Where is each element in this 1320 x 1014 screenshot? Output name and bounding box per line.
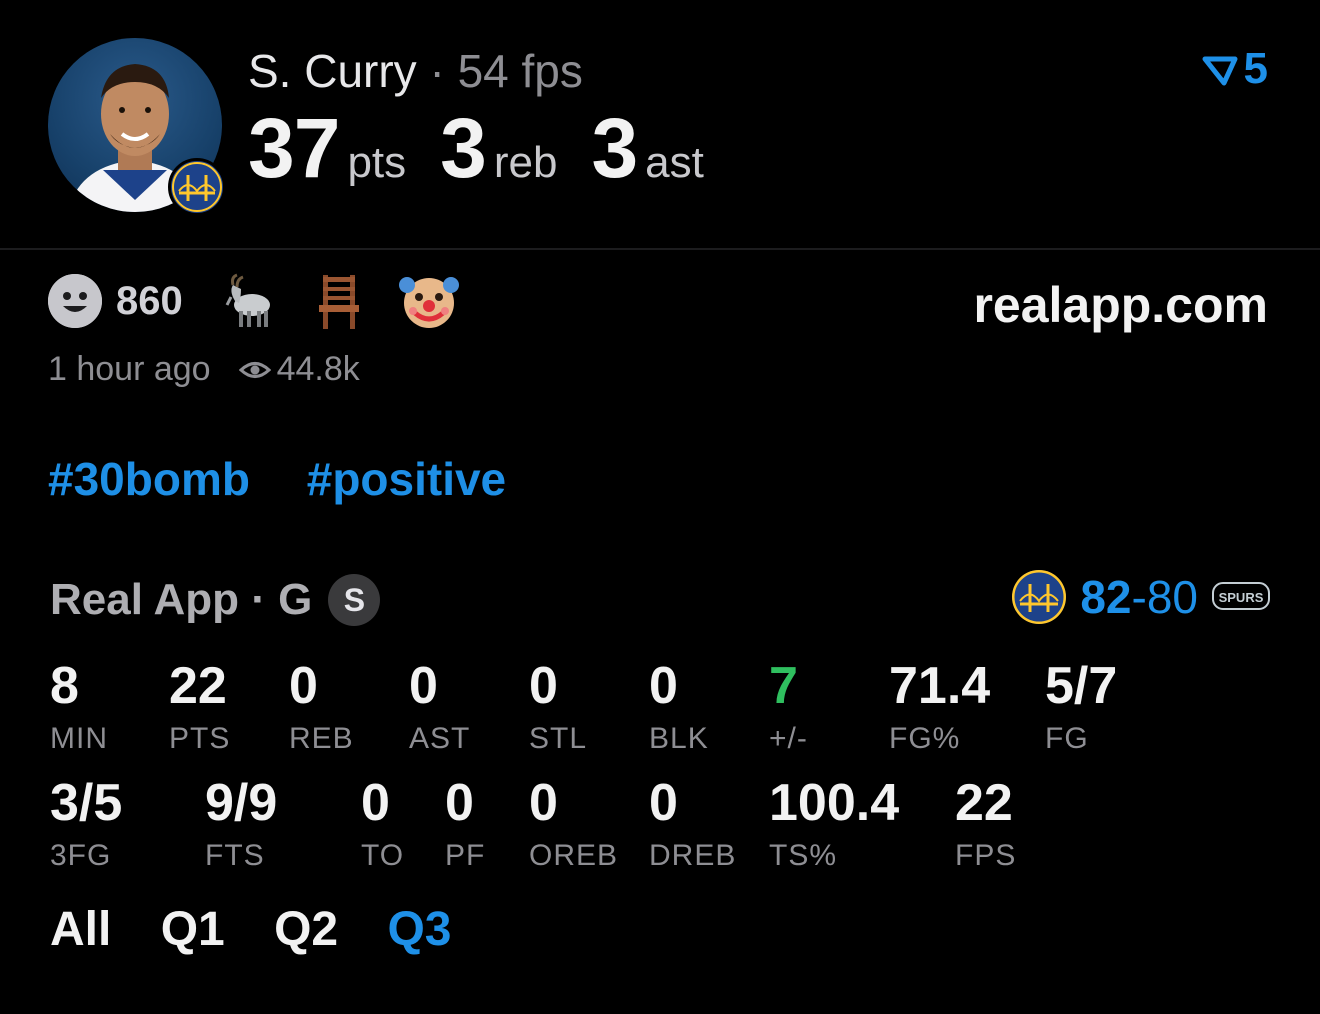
player-name[interactable]: S. Curry [248, 45, 417, 97]
away-score: 80 [1146, 571, 1198, 623]
stat-value: 0 [529, 657, 558, 715]
tab-q2[interactable]: Q2 [274, 903, 338, 956]
hashtags: #30bomb #positive [48, 452, 550, 506]
stat-3fg: 3/5 3FG [50, 777, 122, 873]
stat-label: 3FG [50, 839, 112, 872]
post-meta: 1 hour ago 44.8k [48, 350, 360, 389]
ast-value: 3 [591, 101, 638, 195]
quarter-tabs: All Q1 Q2 Q3 [50, 902, 487, 957]
pts-value: 37 [248, 101, 340, 195]
stat-label: PTS [169, 722, 231, 755]
tab-all[interactable]: All [50, 903, 111, 956]
headline-statline: 37 pts 3 reb 3 ast [248, 100, 738, 197]
rank-arrow-icon [1202, 56, 1238, 86]
stat-pf: 0 PF [445, 777, 485, 873]
reb-value: 3 [440, 101, 487, 195]
stat-value: 0 [649, 657, 678, 715]
warriors-logo-icon [1012, 570, 1067, 624]
stat-label: DREB [649, 839, 737, 872]
chair-emoji-icon[interactable] [309, 271, 369, 331]
view-count: 44.8k [238, 350, 360, 389]
stat-to: 0 TO [361, 777, 404, 873]
reaction-count: 860 [116, 278, 183, 323]
stat-pts: 22 PTS [169, 660, 230, 756]
spurs-logo-icon: SPURS [1212, 570, 1270, 624]
stat-label: +/- [769, 722, 808, 755]
pts-unit: pts [347, 138, 407, 187]
stat-label: FPS [955, 839, 1017, 872]
stat-value: 0 [649, 774, 678, 832]
stat-value: 71.4 [889, 657, 991, 715]
fps-text: 54 fps [457, 45, 583, 97]
stat-label: MIN [50, 722, 108, 755]
stat-label: REB [289, 722, 354, 755]
smiley-icon[interactable] [48, 274, 102, 328]
stat-value: 0 [289, 657, 318, 715]
stat-dreb: 0 DREB [649, 777, 736, 873]
stat-oreb: 0 OREB [529, 777, 618, 873]
stat-ts-pct: 100.4 TS% [769, 777, 899, 873]
rank-button[interactable]: 5 [1202, 44, 1268, 94]
spurs-logo-text: SPURS [1219, 590, 1264, 605]
stat-label: PF [445, 839, 486, 872]
ast-unit: ast [645, 138, 704, 187]
hashtag-30bomb[interactable]: #30bomb [48, 453, 250, 505]
stat-value: 7 [769, 657, 798, 715]
game-source: Real App · G S [50, 574, 381, 626]
stat-reb: 0 REB [289, 660, 354, 756]
reb-unit: reb [493, 138, 558, 187]
stat-stl: 0 STL [529, 660, 587, 756]
stat-value: 22 [169, 657, 227, 715]
position-badge: S [328, 574, 381, 626]
stat-fg-pct: 71.4 FG% [889, 660, 990, 756]
stat-label: STL [529, 722, 588, 755]
stat-fps: 22 FPS [955, 777, 1016, 873]
goat-emoji-icon[interactable] [219, 271, 279, 331]
stat-label: TS% [769, 839, 838, 872]
rank-value: 5 [1243, 44, 1268, 93]
warriors-logo-icon [168, 158, 226, 216]
header-divider [0, 248, 1320, 250]
stat-label: AST [409, 722, 471, 755]
tab-q1[interactable]: Q1 [161, 903, 225, 956]
stat-value: 8 [50, 657, 79, 715]
hashtag-positive[interactable]: #positive [307, 453, 506, 505]
stat-ast: 0 AST [409, 660, 470, 756]
game-score[interactable]: 82-80 SPURS [1012, 570, 1270, 624]
separator-dot: · [429, 45, 445, 97]
stat-value: 5/7 [1045, 657, 1118, 715]
stat-value: 3/5 [50, 774, 123, 832]
stat-fg: 5/7 FG [1045, 660, 1117, 756]
stat-label: TO [361, 839, 405, 872]
stat-value: 0 [409, 657, 438, 715]
stat-label: FG [1045, 722, 1089, 755]
game-source-text: Real App · G [50, 575, 313, 624]
stat-value: 0 [361, 774, 390, 832]
stat-value: 22 [955, 774, 1013, 832]
site-link[interactable]: realapp.com [973, 276, 1268, 334]
player-title[interactable]: S. Curry · 54 fps [248, 44, 583, 98]
stat-label: BLK [649, 722, 709, 755]
stat-label: OREB [529, 839, 619, 872]
score-dash: - [1131, 571, 1147, 623]
clown-emoji-icon[interactable] [398, 271, 459, 331]
stat-value: 0 [529, 774, 558, 832]
view-count-value: 44.8k [276, 350, 360, 388]
stat-blk: 0 BLK [649, 660, 709, 756]
stat-value: 0 [445, 774, 474, 832]
stat-plus-minus: 7 +/- [769, 660, 808, 756]
eye-icon [238, 361, 271, 378]
reactions-bar: 860 [48, 272, 489, 330]
stat-value: 9/9 [205, 774, 278, 832]
home-score: 82 [1080, 571, 1132, 623]
stat-label: FTS [205, 839, 265, 872]
stat-label: FG% [889, 722, 961, 755]
tab-q3[interactable]: Q3 [387, 903, 451, 956]
stat-min: 8 MIN [50, 660, 108, 756]
stat-fts: 9/9 FTS [205, 777, 277, 873]
post-time: 1 hour ago [48, 350, 211, 388]
stat-value: 100.4 [769, 774, 900, 832]
